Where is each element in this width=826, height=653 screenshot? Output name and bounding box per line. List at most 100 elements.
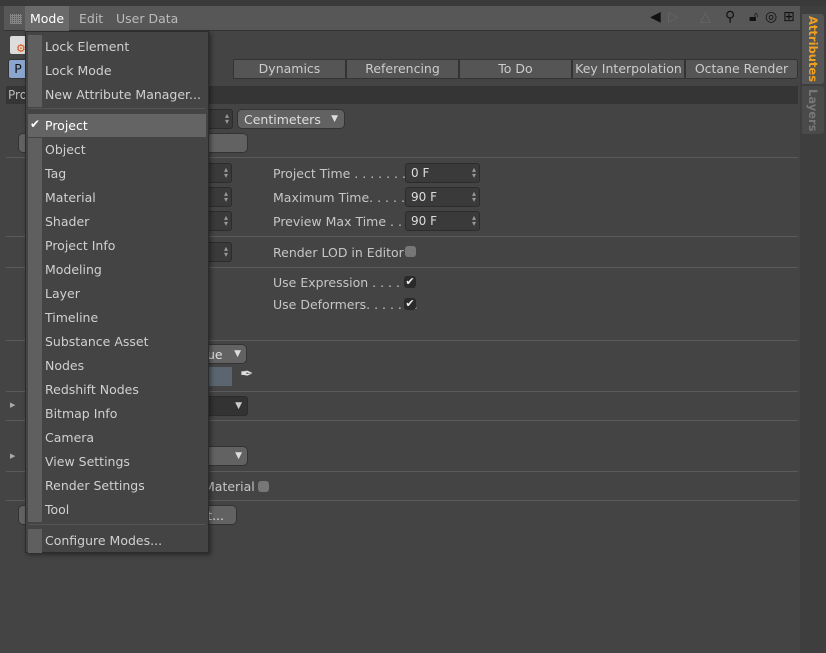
menu-item-label: Substance Asset bbox=[45, 334, 149, 349]
menu-item-label: View Settings bbox=[45, 454, 130, 469]
menu-gutter bbox=[28, 402, 42, 426]
menu-item-label: Lock Element bbox=[45, 39, 130, 54]
menu-item-label: Tag bbox=[45, 166, 67, 181]
menu-item-camera[interactable]: Camera bbox=[28, 426, 206, 450]
preview-max-time-label: Preview Max Time . . . bbox=[273, 214, 410, 229]
material-label: Material bbox=[204, 479, 255, 494]
tab-attributes[interactable]: Attributes bbox=[802, 14, 824, 84]
menu-item-new-attribute-manager[interactable]: New Attribute Manager... bbox=[28, 83, 206, 107]
up-arrow-icon[interactable]: △ bbox=[700, 9, 711, 25]
menu-mode[interactable]: Mode bbox=[25, 6, 70, 31]
menu-item-shader[interactable]: Shader bbox=[28, 210, 206, 234]
menu-user-data[interactable]: User Data bbox=[116, 11, 178, 26]
tab-to-do[interactable]: To Do bbox=[459, 59, 572, 79]
grip-icon[interactable] bbox=[10, 14, 22, 24]
menu-gutter bbox=[28, 186, 42, 210]
menu-item-label: Project Info bbox=[45, 238, 116, 253]
render-lod-checkbox[interactable] bbox=[405, 246, 416, 257]
use-deformers-checkbox[interactable]: ✔ bbox=[404, 298, 416, 310]
project-time-label: Project Time . . . . . . . . . bbox=[273, 166, 422, 181]
menu-item-label: Timeline bbox=[45, 310, 99, 325]
menu-item-label: Redshift Nodes bbox=[45, 382, 139, 397]
menu-item-substance-asset[interactable]: Substance Asset bbox=[28, 330, 206, 354]
back-arrow-icon[interactable]: ◀ bbox=[650, 9, 661, 25]
menu-gutter bbox=[28, 378, 42, 402]
tab-dynamics[interactable]: Dynamics bbox=[233, 59, 346, 79]
menu-item-tag[interactable]: Tag bbox=[28, 162, 206, 186]
eyedropper-icon[interactable]: ✒ bbox=[240, 364, 253, 383]
menu-gutter bbox=[28, 306, 42, 330]
search-icon[interactable]: ⚲ bbox=[725, 9, 735, 25]
menu-item-label: Nodes bbox=[45, 358, 85, 373]
expand-arrow-icon[interactable]: ▶ bbox=[10, 401, 15, 409]
menu-separator bbox=[29, 524, 205, 525]
mode-menu-dropdown: Lock Element Lock Mode New Attribute Manag… bbox=[25, 31, 209, 553]
menu-item-lock-element[interactable]: Lock Element bbox=[28, 35, 206, 59]
menu-item-material[interactable]: Material bbox=[28, 186, 206, 210]
menu-item-project-info[interactable]: Project Info bbox=[28, 234, 206, 258]
units-dropdown[interactable]: Centimeters ▼ bbox=[237, 109, 345, 129]
material-checkbox[interactable] bbox=[258, 481, 269, 492]
menubar: Mode Edit User Data ◀ ▷ △ ⚲ 🔓︎ ◎ ⊞ bbox=[4, 6, 800, 31]
partial-button-label: t... bbox=[207, 508, 224, 523]
menu-item-label: New Attribute Manager... bbox=[45, 87, 201, 102]
menu-item-view-settings[interactable]: View Settings bbox=[28, 450, 206, 474]
menu-separator bbox=[29, 108, 205, 109]
maximum-time-value: 90 F bbox=[411, 190, 437, 204]
menu-item-project[interactable]: ✔ Project bbox=[28, 114, 206, 137]
menu-item-modeling[interactable]: Modeling bbox=[28, 258, 206, 282]
tab-layers[interactable]: Layers bbox=[802, 86, 824, 134]
menu-gutter bbox=[28, 529, 42, 553]
menu-gutter bbox=[28, 426, 42, 450]
menu-item-label: Lock Mode bbox=[45, 63, 112, 78]
menu-item-layer[interactable]: Layer bbox=[28, 282, 206, 306]
menu-item-label: Layer bbox=[45, 286, 80, 301]
maximum-time-label: Maximum Time. . . . . . bbox=[273, 190, 413, 205]
menu-gutter bbox=[28, 59, 42, 83]
menu-item-bitmap-info[interactable]: Bitmap Info bbox=[28, 402, 206, 426]
preview-max-time-field[interactable]: 90 F ▴ ▾ bbox=[405, 211, 480, 231]
menu-gutter bbox=[28, 354, 42, 378]
preview-max-time-value: 90 F bbox=[411, 214, 437, 228]
project-icon: ⚙ bbox=[10, 36, 26, 55]
maximum-time-field[interactable]: 90 F ▴ ▾ bbox=[405, 187, 480, 207]
forward-arrow-icon[interactable]: ▷ bbox=[668, 9, 679, 25]
menu-item-nodes[interactable]: Nodes bbox=[28, 354, 206, 378]
menu-item-object[interactable]: Object bbox=[28, 138, 206, 162]
menu-gutter bbox=[28, 282, 42, 306]
render-lod-label: Render LOD in Editor bbox=[273, 245, 404, 260]
project-time-field[interactable]: 0 F ▴ ▾ bbox=[405, 163, 480, 183]
menu-item-timeline[interactable]: Timeline bbox=[28, 306, 206, 330]
use-expression-label: Use Expression . . . . . . bbox=[273, 275, 416, 290]
use-expression-checkbox[interactable]: ✔ bbox=[404, 276, 416, 288]
tab-referencing[interactable]: Referencing bbox=[346, 59, 459, 79]
menu-edit[interactable]: Edit bbox=[79, 11, 103, 26]
menu-gutter bbox=[28, 258, 42, 282]
menu-item-label: Camera bbox=[45, 430, 95, 445]
new-panel-icon[interactable]: ⊞ bbox=[783, 9, 795, 25]
menu-gutter bbox=[28, 35, 42, 59]
menu-gutter bbox=[28, 83, 42, 107]
menu-item-redshift-nodes[interactable]: Redshift Nodes bbox=[28, 378, 206, 402]
menu-item-label: Tool bbox=[45, 502, 70, 517]
menu-gutter bbox=[28, 450, 42, 474]
menu-gutter bbox=[28, 210, 42, 234]
tab-octane-render[interactable]: Octane Render bbox=[685, 59, 798, 79]
menu-gutter bbox=[28, 234, 42, 258]
tab-key-interpolation[interactable]: Key Interpolation bbox=[572, 59, 685, 79]
menu-item-render-settings[interactable]: Render Settings bbox=[28, 474, 206, 498]
menu-gutter bbox=[28, 330, 42, 354]
menu-item-lock-mode[interactable]: Lock Mode bbox=[28, 59, 206, 83]
menu-item-label: Bitmap Info bbox=[45, 406, 118, 421]
menu-item-configure-modes[interactable]: Configure Modes... bbox=[28, 529, 206, 553]
menu-item-tool[interactable]: Tool bbox=[28, 498, 206, 522]
menu-gutter bbox=[28, 474, 42, 498]
use-deformers-label: Use Deformers. . . . . . . bbox=[273, 297, 418, 312]
menu-item-label: Configure Modes... bbox=[45, 533, 163, 548]
menu-item-label: Material bbox=[45, 190, 96, 205]
checkmark-icon: ✔ bbox=[30, 117, 41, 131]
lock-icon[interactable]: 🔓︎ bbox=[749, 9, 758, 25]
target-icon[interactable]: ◎ bbox=[765, 9, 777, 25]
expand-arrow-icon[interactable]: ▶ bbox=[10, 452, 15, 460]
menu-item-label: Project bbox=[45, 118, 88, 133]
